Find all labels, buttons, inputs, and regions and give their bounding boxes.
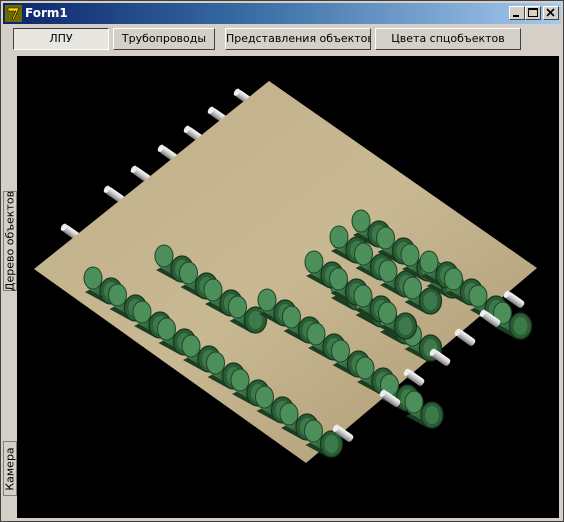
window-title: Form1 [25,6,68,20]
tab-object-views[interactable]: Представления объектов [225,28,371,50]
tab-object-tree-label: Дерево объектов [3,190,17,292]
tab-object-tree[interactable]: Дерево объектов [3,191,17,291]
3d-viewport[interactable] [17,56,559,518]
close-button[interactable] [543,6,559,20]
toolbar: ЛПУ Трубопроводы Представления объектов … [3,26,561,54]
tab-camera[interactable]: Камера [3,441,17,496]
minimize-icon [513,15,519,17]
tab-camera-label: Камера [3,446,17,491]
minimize-button[interactable] [509,6,525,20]
title-bar[interactable]: Form1 [3,3,561,24]
delphi-app-icon [5,5,22,22]
scene-canvas[interactable] [17,56,559,518]
maximize-button[interactable] [525,6,541,20]
tab-pipelines[interactable]: Трубопроводы [113,28,215,50]
side-panel: Дерево объектов Камера [3,56,17,518]
pipe-stub [454,328,476,346]
close-icon [546,8,555,17]
tab-special-object-colors[interactable]: Цвета спцобъектов [375,28,521,50]
pipe-unit [404,390,444,429]
maximize-icon [528,8,538,17]
tab-lpu[interactable]: ЛПУ [13,28,109,50]
app-window: Form1 ЛПУ Трубопроводы Представления объ… [0,0,564,522]
